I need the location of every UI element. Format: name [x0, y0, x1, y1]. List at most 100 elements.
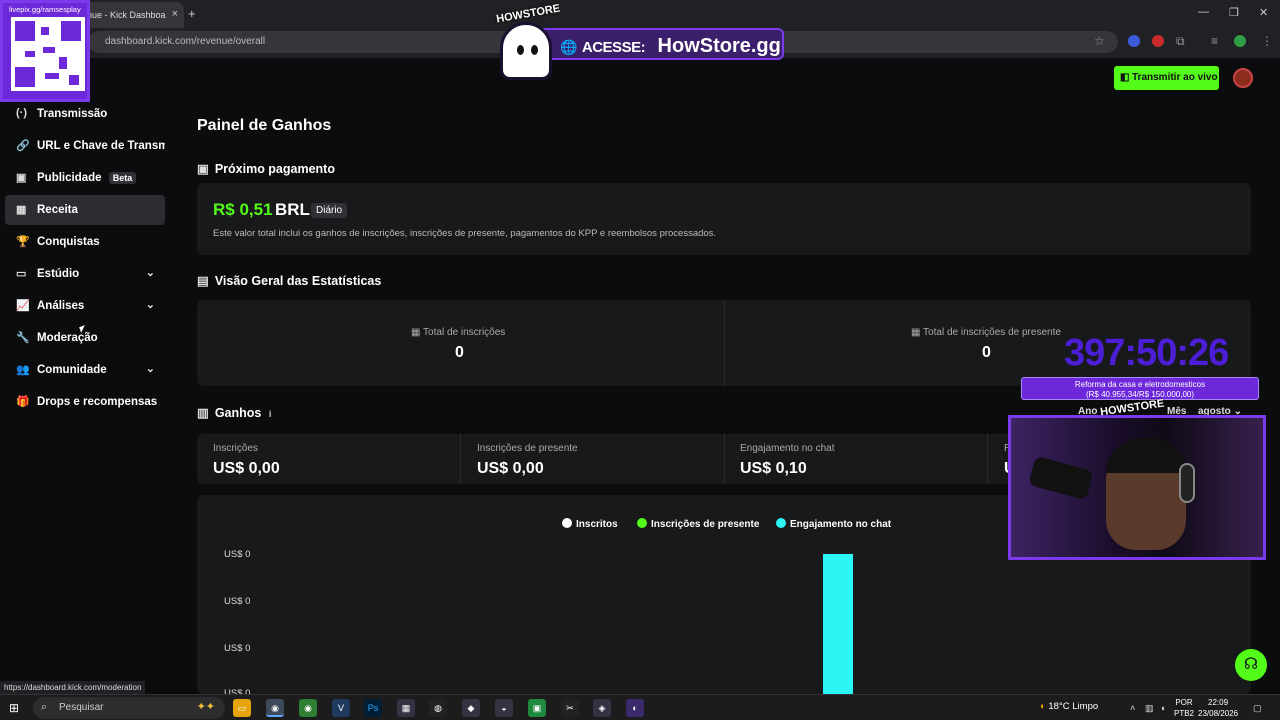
capcut-icon[interactable]: ✂: [561, 699, 579, 717]
section-stats-overview: ▤ Visão Geral das Estatísticas: [197, 273, 381, 288]
new-tab-button[interactable]: +: [188, 6, 196, 21]
app-icon[interactable]: ◆: [462, 699, 480, 717]
sidebar-item-drops[interactable]: 🎁 Drops e recompensas: [5, 387, 165, 417]
chrome-profile-icon[interactable]: ◉: [299, 699, 317, 717]
earning-label: Inscrições: [213, 443, 259, 454]
chart-bar[interactable]: [823, 554, 853, 694]
goal-amount: (R$ 40.955,34/R$ 150.000,00): [1085, 390, 1195, 399]
sidebar-item-conquistas[interactable]: 🏆 Conquistas: [5, 227, 165, 257]
earning-value: US$ 0,10: [740, 460, 807, 477]
earning-value: US$ 0,00: [213, 460, 280, 477]
payment-description: Este valor total inclui os ganhos de ins…: [213, 228, 717, 239]
sidebar-item-url-key[interactable]: 🔗 URL e Chave de Transmissão: [5, 131, 165, 161]
go-live-button[interactable]: ◧ Transmitir ao vivo: [1114, 66, 1219, 90]
stat-label-text: Total de inscrições: [423, 327, 506, 338]
star-icon[interactable]: ☆: [1094, 34, 1105, 48]
sidebar-item-label: Comunidade: [37, 364, 107, 376]
weather-widget[interactable]: ◐ 18°C Limpo: [1040, 701, 1098, 712]
y-tick-label: US$ 0: [224, 643, 251, 654]
stat-icon: ▦: [911, 327, 924, 338]
qr-overlay: livepix.gg/ramsesplay: [0, 0, 90, 102]
sidebar-item-label: Receita: [37, 204, 78, 216]
sidebar-item-comunidade[interactable]: 👥 Comunidade ⌄: [5, 355, 165, 385]
file-explorer-icon[interactable]: ▭: [233, 699, 251, 717]
puzzle-icon[interactable]: ⧉: [1176, 34, 1185, 49]
status-url: https://dashboard.kick.com/moderation: [0, 681, 146, 694]
extension-icon[interactable]: [1128, 35, 1140, 47]
legend-dot: [637, 518, 647, 528]
chevron-down-icon[interactable]: ⌄: [146, 362, 155, 375]
sidebar-item-transmissao[interactable]: (·) Transmissão: [5, 99, 165, 129]
clock[interactable]: 22:09 23/08/2026: [1198, 697, 1238, 719]
sidebar-item-analises[interactable]: 📈 Análises ⌄: [5, 291, 165, 321]
close-window-icon[interactable]: ✕: [1259, 6, 1268, 19]
chrome-icon[interactable]: ◉: [266, 699, 284, 717]
photoshop-icon[interactable]: Ps: [364, 699, 382, 717]
help-chat-button[interactable]: ☊: [1235, 649, 1267, 681]
app-icon[interactable]: ◒: [495, 699, 513, 717]
banner-store: HowStore.gg: [657, 35, 781, 57]
community-icon: 👥: [16, 364, 30, 376]
playlist-icon[interactable]: ≡: [1211, 34, 1218, 48]
broadcast-icon: (·): [16, 107, 27, 119]
obs-icon[interactable]: ◍: [429, 699, 447, 717]
subathon-timer: 397:50:26: [1064, 332, 1229, 374]
weather-text: 18°C Limpo: [1048, 701, 1099, 712]
extension-icon[interactable]: [1152, 35, 1164, 47]
search-placeholder: Pesquisar: [59, 702, 104, 713]
globe-icon: 🌐: [560, 39, 578, 55]
app-icon[interactable]: ▣: [528, 699, 546, 717]
stat-icon: ▦: [411, 327, 424, 338]
sidebar-item-estudio[interactable]: ▭ Estúdio ⌄: [5, 259, 165, 289]
ghost-mascot-icon: [500, 22, 552, 80]
stat-value: 0: [982, 344, 991, 361]
legend-label: Inscritos: [576, 519, 618, 530]
close-tab-icon[interactable]: ×: [172, 8, 178, 20]
clock-date: 23/08/2026: [1198, 709, 1239, 718]
sidebar-item-label: Conquistas: [37, 236, 100, 248]
minimize-icon[interactable]: —: [1198, 6, 1209, 18]
payment-card: [197, 183, 1251, 255]
taskbar-search[interactable]: ⌕ Pesquisar ✦✦: [33, 697, 225, 719]
goal-bar: Reforma da casa e eletrodomesticos (R$ 4…: [1021, 377, 1259, 400]
legend-item[interactable]: Inscritos: [562, 518, 618, 530]
earning-label: Engajamento no chat: [740, 443, 835, 454]
discord-icon[interactable]: ◐: [626, 699, 644, 717]
sidebar-item-label: Análises: [37, 300, 85, 312]
sidebar-item-label: Drops e recompensas: [37, 396, 158, 408]
studio-icon: ▭: [16, 268, 27, 280]
sidebar-item-receita[interactable]: ▦ Receita: [5, 195, 165, 225]
profile-icon[interactable]: [1234, 35, 1246, 47]
page-title: Painel de Ganhos: [197, 117, 332, 134]
info-icon[interactable]: i: [269, 409, 272, 419]
sparkle-icon: ✦✦: [196, 701, 215, 713]
sidebar-item-label: URL e Chave de Transmissão: [37, 140, 165, 152]
legend-dot: [776, 518, 786, 528]
volume-icon[interactable]: ◖: [1160, 703, 1165, 713]
payment-currency: BRL: [275, 200, 310, 219]
calculator-icon[interactable]: ▦: [397, 699, 415, 717]
lang-top: POR: [1175, 698, 1193, 707]
chevron-up-icon[interactable]: ˄: [1130, 703, 1135, 713]
go-live-label: Transmitir ao vivo: [1132, 72, 1218, 83]
section-title: Visão Geral das Estatísticas: [214, 274, 382, 288]
windows-start-icon[interactable]: ⊞: [9, 701, 19, 715]
link-icon: 🔗: [16, 140, 30, 152]
headphones-icon: [1179, 463, 1195, 503]
banner-body: 🌐 ACESSE: HowStore.gg: [526, 28, 784, 60]
language-indicator[interactable]: POR PTB2: [1174, 697, 1194, 719]
network-icon[interactable]: ▥: [1145, 703, 1154, 714]
y-tick-label: US$ 0: [224, 596, 251, 607]
menu-icon[interactable]: ⋮: [1261, 34, 1273, 48]
restore-icon[interactable]: ❐: [1229, 6, 1239, 19]
chevron-down-icon[interactable]: ⌄: [146, 298, 155, 311]
app-icon[interactable]: ◈: [593, 699, 611, 717]
legend-item[interactable]: Engajamento no chat: [776, 518, 891, 530]
notification-icon[interactable]: ▢: [1253, 703, 1262, 714]
chevron-down-icon[interactable]: ⌄: [146, 266, 155, 279]
ad-icon: ▣: [16, 172, 27, 184]
vegas-icon[interactable]: V: [332, 699, 350, 717]
avatar[interactable]: [1233, 68, 1253, 88]
sidebar-item-publicidade[interactable]: ▣ Publicidade Beta: [5, 163, 165, 193]
legend-item[interactable]: Inscrições de presente: [637, 518, 759, 530]
